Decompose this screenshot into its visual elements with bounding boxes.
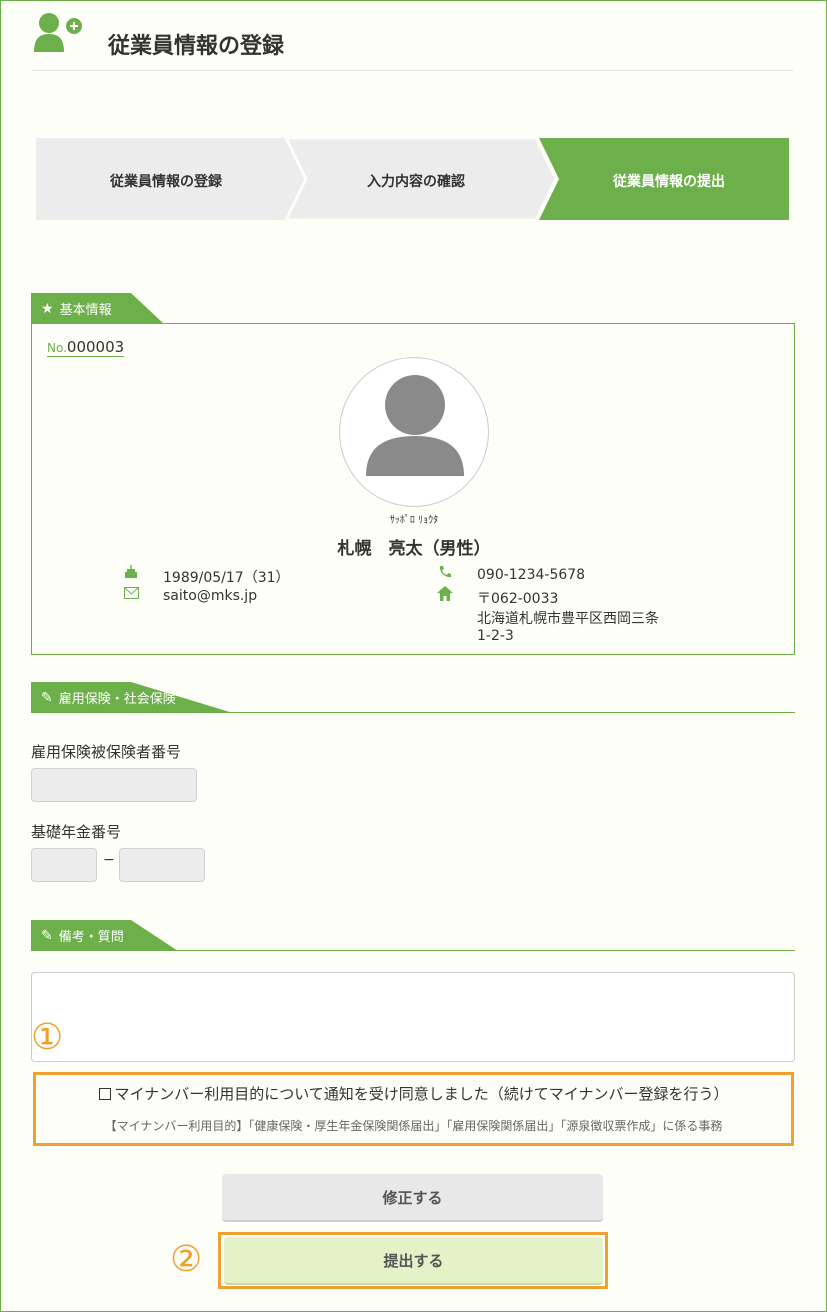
home-icon <box>437 586 453 605</box>
section-tab-insurance: ✎ 雇用保険・社会保険 <box>31 682 233 713</box>
name-kana: ｻｯﾎﾟﾛ ﾘｮｳﾀ <box>389 515 439 526</box>
section-title-insurance: 雇用保険・社会保険 <box>58 692 176 707</box>
address-line2: 1-2-3 <box>477 628 514 644</box>
email: saito@mks.jp <box>163 588 258 604</box>
birthday-cake-icon <box>124 565 138 583</box>
basic-info-card: No.000003 ｻｯﾎﾟﾛ ﾘｮｳﾀ 札幌 亮太（男性） 1989/05/1… <box>31 323 795 655</box>
add-user-icon <box>34 12 84 54</box>
phone-icon <box>438 565 452 583</box>
employee-number-prefix: No. <box>47 341 67 355</box>
remarks-textarea[interactable] <box>31 972 795 1062</box>
consent-checkbox-row[interactable]: マイナンバー利用目的について通知を受け同意しました（続けてマイナンバー登録を行う… <box>36 1083 791 1104</box>
pension-number-input-2[interactable] <box>119 848 205 882</box>
pension-dash: − <box>103 852 115 868</box>
employee-name: 札幌 亮太（男性） <box>337 539 491 559</box>
employment-insurance-input[interactable] <box>31 768 197 802</box>
star-icon: ★ <box>41 300 54 317</box>
mynumber-purpose-text: 【マイナンバー利用目的】「健康保険・厚生年金保険関係届出」「雇用保険関係届出」「… <box>104 1119 723 1133</box>
birthday: 1989/05/17（31） <box>163 570 290 586</box>
employee-number: No.000003 <box>47 338 125 357</box>
consent-label: マイナンバー利用目的について通知を受け同意しました（続けてマイナンバー登録を行う… <box>114 1085 729 1103</box>
page-title: 従業員情報の登録 <box>108 34 285 59</box>
avatar <box>339 357 489 507</box>
step-register: 従業員情報の登録 <box>110 174 222 190</box>
phone: 090-1234-5678 <box>477 567 586 583</box>
consent-checkbox[interactable] <box>98 1088 111 1100</box>
fix-button[interactable]: 修正する <box>222 1174 603 1222</box>
progress-steps: 従業員情報の登録 入力内容の確認 従業員情報の提出 <box>36 138 789 220</box>
pencil-icon: ✎ <box>41 927 53 944</box>
mail-icon <box>124 587 139 603</box>
address-line1: 北海道札幌市豊平区西岡三条 <box>477 611 659 627</box>
employment-insurance-label: 雇用保険被保険者番号 <box>31 743 182 761</box>
section-title-basic: 基本情報 <box>59 303 112 318</box>
consent-highlight: マイナンバー利用目的について通知を受け同意しました（続けてマイナンバー登録を行う… <box>33 1072 794 1146</box>
section-divider-remarks <box>31 950 795 951</box>
marker-two: ② <box>170 1239 203 1280</box>
header-divider <box>32 70 794 71</box>
section-tab-remarks: ✎ 備考・質問 <box>31 920 178 951</box>
pencil-icon: ✎ <box>41 689 53 706</box>
employee-number-value: 000003 <box>66 338 125 356</box>
postal-code: 〒062-0033 <box>477 591 559 607</box>
pension-number-label: 基礎年金番号 <box>31 823 122 841</box>
pension-number-input-1[interactable] <box>31 848 97 882</box>
section-tab-basic: ★ 基本情報 <box>31 293 164 324</box>
section-divider-insurance <box>31 712 795 713</box>
marker-one: ① <box>31 1017 64 1058</box>
step-submit: 従業員情報の提出 <box>613 174 725 190</box>
step-confirm: 入力内容の確認 <box>367 174 465 190</box>
section-title-remarks: 備考・質問 <box>58 930 124 945</box>
submit-button[interactable]: 提出する <box>224 1237 603 1285</box>
